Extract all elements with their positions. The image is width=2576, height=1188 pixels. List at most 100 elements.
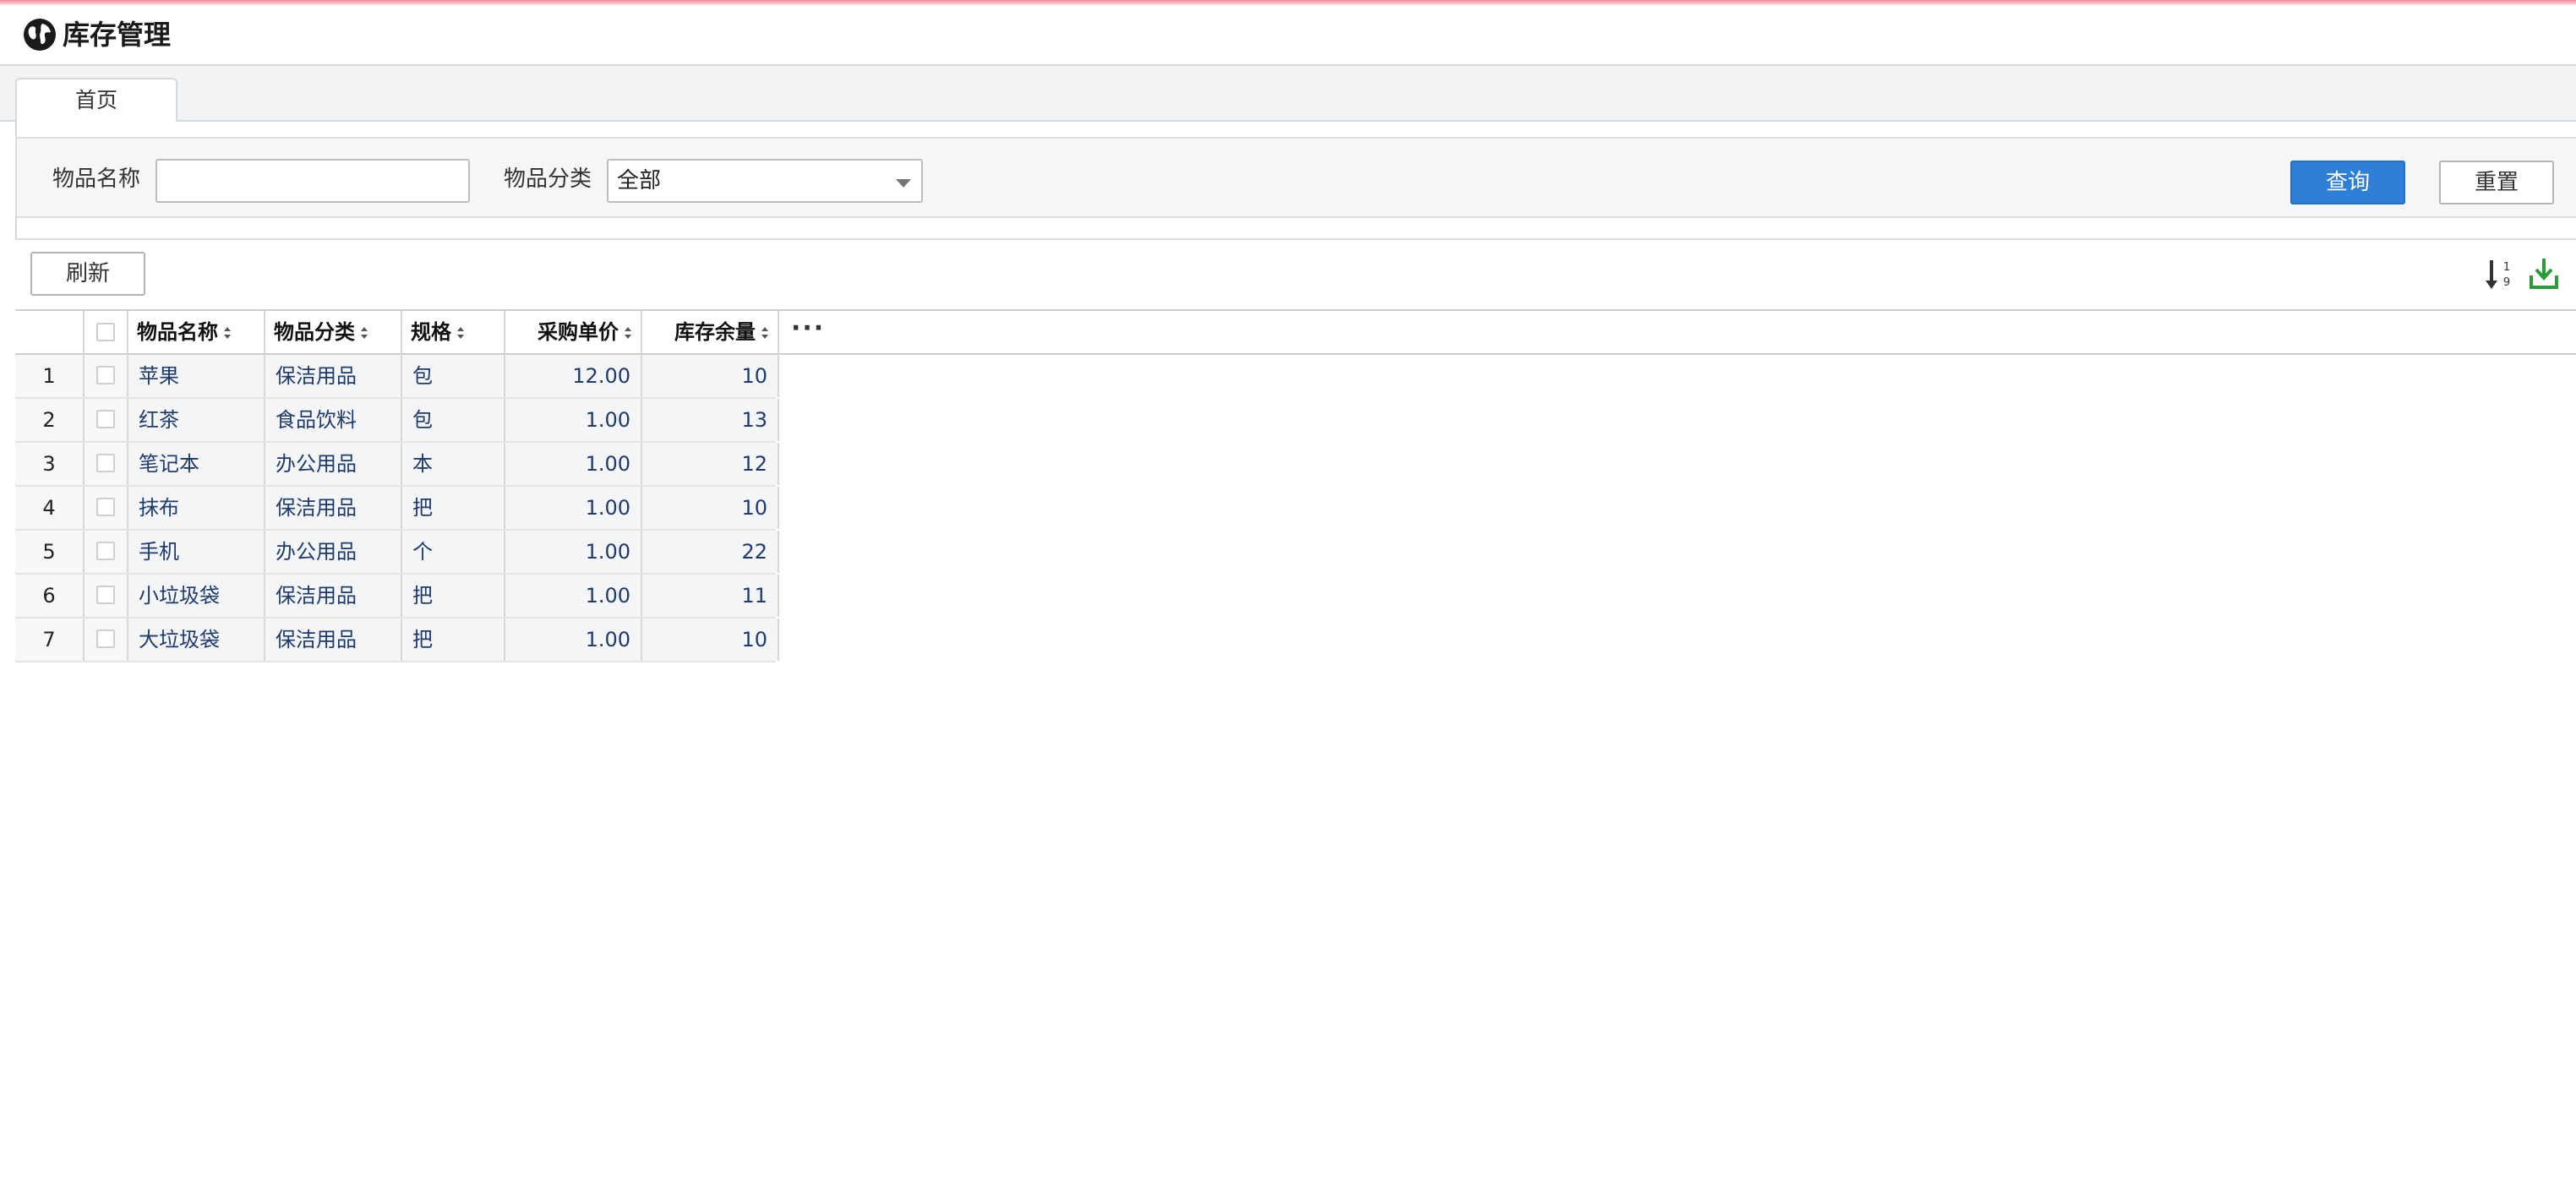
- header-spec-label: 规格: [411, 320, 451, 344]
- row-index: 4: [15, 487, 85, 529]
- row-checkbox-cell: [85, 531, 128, 573]
- row-checkbox[interactable]: [96, 629, 115, 648]
- cell-price: 12.00: [505, 355, 642, 397]
- cell-price: 1.00: [505, 531, 642, 573]
- cell-spec: 包: [402, 355, 505, 397]
- header-spec[interactable]: 规格: [402, 311, 505, 353]
- row-checkbox-cell: [85, 443, 128, 485]
- header-price-label: 采购单价: [538, 320, 619, 344]
- cell-spec: 个: [402, 531, 505, 573]
- select-all-checkbox[interactable]: [96, 323, 115, 341]
- svg-text:9: 9: [2503, 276, 2510, 289]
- cell-price: 1.00: [505, 399, 642, 441]
- row-checkbox-cell: [85, 487, 128, 529]
- cell-spec: 把: [402, 575, 505, 617]
- cell-spec: 包: [402, 399, 505, 441]
- cell-stock: 22: [642, 531, 779, 573]
- cell-price: 1.00: [505, 487, 642, 529]
- svg-text:1: 1: [2503, 261, 2510, 274]
- category-label: 物品分类: [504, 166, 592, 192]
- table-row[interactable]: 3 笔记本 办公用品 本 1.00 12: [15, 443, 779, 487]
- reset-button[interactable]: 重置: [2439, 161, 2554, 204]
- table-row[interactable]: 5 手机 办公用品 个 1.00 22: [15, 531, 779, 575]
- row-index: 6: [15, 575, 85, 617]
- sort-icon: [625, 327, 631, 339]
- cell-name: 笔记本: [128, 443, 265, 485]
- header-name[interactable]: 物品名称: [128, 311, 265, 353]
- cell-category: 保洁用品: [265, 575, 402, 617]
- chevron-down-icon: [896, 179, 911, 188]
- row-checkbox[interactable]: [96, 454, 115, 472]
- grid-header: 物品名称 物品分类 规格 采购单价 库存余量 ···: [15, 309, 2576, 355]
- cell-category: 办公用品: [265, 531, 402, 573]
- grid-panel: 刷新 1 9 物品名称 物品分类 规格 采购单价 库存余量 ··· 1 苹果 保…: [15, 238, 2576, 950]
- row-index: 2: [15, 399, 85, 441]
- sort-icon: [224, 327, 231, 339]
- header-stock[interactable]: 库存余量: [642, 311, 779, 353]
- app-header: 库存管理: [0, 5, 2576, 66]
- row-checkbox-cell: [85, 575, 128, 617]
- app-title: 库存管理: [63, 19, 172, 51]
- header-stock-label: 库存余量: [674, 320, 756, 344]
- table-row[interactable]: 6 小垃圾袋 保洁用品 把 1.00 11: [15, 575, 779, 619]
- cell-category: 办公用品: [265, 443, 402, 485]
- sort-icon: [457, 327, 464, 339]
- row-checkbox[interactable]: [96, 410, 115, 428]
- cell-price: 1.00: [505, 575, 642, 617]
- cell-stock: 12: [642, 443, 779, 485]
- name-input[interactable]: [156, 159, 470, 203]
- row-checkbox-cell: [85, 355, 128, 397]
- cell-name: 红茶: [128, 399, 265, 441]
- category-select[interactable]: 全部: [607, 159, 923, 203]
- cell-stock: 10: [642, 355, 779, 397]
- header-category[interactable]: 物品分类: [265, 311, 402, 353]
- row-index: 3: [15, 443, 85, 485]
- search-panel: 物品名称 物品分类 全部 查询 重置: [15, 137, 2576, 218]
- cell-spec: 本: [402, 443, 505, 485]
- cell-category: 食品饮料: [265, 399, 402, 441]
- cell-spec: 把: [402, 487, 505, 529]
- row-checkbox[interactable]: [96, 366, 115, 384]
- row-index: 7: [15, 619, 85, 661]
- row-checkbox[interactable]: [96, 586, 115, 604]
- row-checkbox-cell: [85, 399, 128, 441]
- header-price[interactable]: 采购单价: [505, 311, 642, 353]
- cell-stock: 10: [642, 487, 779, 529]
- cell-name: 大垃圾袋: [128, 619, 265, 661]
- row-checkbox[interactable]: [96, 542, 115, 560]
- table-row[interactable]: 7 大垃圾袋 保洁用品 把 1.00 10: [15, 619, 779, 662]
- row-index: 5: [15, 531, 85, 573]
- row-checkbox-cell: [85, 619, 128, 661]
- more-columns-button[interactable]: ···: [791, 311, 825, 353]
- cell-name: 手机: [128, 531, 265, 573]
- cell-category: 保洁用品: [265, 355, 402, 397]
- table-row[interactable]: 4 抹布 保洁用品 把 1.00 10: [15, 487, 779, 531]
- tab-bar: 首页: [0, 66, 2576, 122]
- header-name-label: 物品名称: [137, 320, 218, 344]
- header-category-label: 物品分类: [274, 320, 355, 344]
- cell-price: 1.00: [505, 443, 642, 485]
- cell-name: 苹果: [128, 355, 265, 397]
- sort-1-9-icon[interactable]: 1 9: [2483, 255, 2517, 292]
- sort-icon: [361, 327, 368, 339]
- cell-stock: 10: [642, 619, 779, 661]
- query-button[interactable]: 查询: [2290, 161, 2405, 204]
- cell-stock: 13: [642, 399, 779, 441]
- refresh-button[interactable]: 刷新: [30, 252, 145, 296]
- globe-logo-icon: [24, 19, 56, 51]
- cell-name: 抹布: [128, 487, 265, 529]
- sort-icon: [761, 327, 768, 339]
- table-row[interactable]: 1 苹果 保洁用品 包 12.00 10: [15, 355, 779, 399]
- cell-price: 1.00: [505, 619, 642, 661]
- header-index: [15, 311, 85, 353]
- download-icon[interactable]: [2527, 255, 2561, 292]
- header-select-all: [85, 311, 128, 353]
- cell-stock: 11: [642, 575, 779, 617]
- cell-category: 保洁用品: [265, 487, 402, 529]
- row-checkbox[interactable]: [96, 498, 115, 516]
- row-index: 1: [15, 355, 85, 397]
- tab-home[interactable]: 首页: [15, 78, 177, 122]
- category-select-value: 全部: [617, 168, 662, 193]
- table-row[interactable]: 2 红茶 食品饮料 包 1.00 13: [15, 399, 779, 443]
- cell-spec: 把: [402, 619, 505, 661]
